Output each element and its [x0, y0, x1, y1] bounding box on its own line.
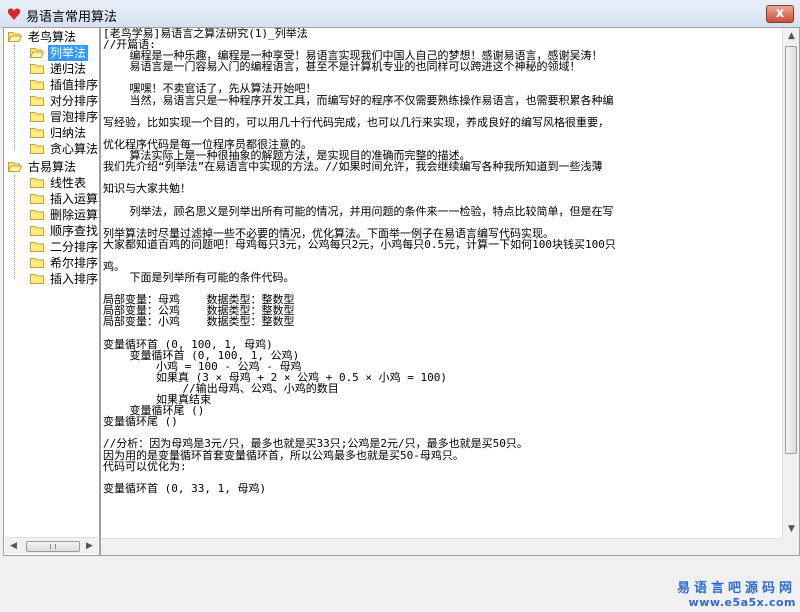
folder-icon [30, 194, 44, 204]
tree-connector-line [14, 45, 15, 149]
text-line: 变量循环尾 () [103, 404, 205, 418]
text-line: //分析：因为母鸡是3元/只，最多也就是买33只;公鸡是2元/只，最多也就是买5… [103, 437, 528, 451]
scrollbar-corner [782, 538, 799, 555]
tree-item-label: 递归法 [50, 62, 87, 76]
folder-icon [30, 274, 44, 284]
folder-open-icon [8, 32, 22, 42]
tree-connector-line [14, 175, 15, 279]
tree-item-label: 插值排序 [50, 78, 99, 92]
text-line: 知识与大家共勉！ [103, 182, 191, 196]
text-line: 我们先介绍“列举法”在易语言中实现的方法。//如果时间允许，我会继续编写各种我所… [103, 160, 603, 174]
tree-item-label: 插入运算 [50, 192, 99, 206]
text-line: 如果真结束 [103, 393, 211, 407]
scroll-left-icon[interactable]: ◀ [5, 538, 22, 555]
title-bar: 易语言常用算法 x [0, 0, 800, 28]
folder-icon [30, 178, 44, 188]
tree-item-label: 删除运算 [50, 208, 99, 222]
horizontal-scrollbar[interactable] [101, 538, 783, 555]
app-icon [7, 8, 21, 20]
folder-icon [30, 128, 44, 138]
tree-horizontal-scrollbar[interactable]: ◀ ▶ [5, 537, 98, 554]
close-button[interactable]: x [766, 5, 794, 23]
text-line: 列举法，顾名思义是列举出所有可能的情况，并用问题的条件来一一检验，特点比较简单，… [103, 204, 614, 218]
folder-icon [30, 210, 44, 220]
folder-icon [30, 242, 44, 252]
folder-icon [30, 96, 44, 106]
text-line: 变量循环首 (0, 33, 1, 母鸡) [103, 481, 267, 495]
text-line: 当然，易语言只是一种程序开发工具，而编写好的程序不仅需要熟练操作易语言，也需要积… [103, 93, 614, 107]
tree-group-label: 老鸟算法 [28, 30, 77, 44]
scroll-right-icon[interactable]: ▶ [81, 538, 98, 555]
scroll-thumb[interactable] [26, 541, 80, 552]
tree-item-label: 线性表 [50, 176, 87, 190]
folder-icon [30, 112, 44, 122]
tree-item-label: 列举法 [48, 45, 89, 61]
text-line: 变量循环尾 () [103, 415, 178, 429]
text-line: 写经验，比如实现一个目的，可以用几十行代码完成，也可以几行来实现，养成良好的编写… [103, 115, 609, 129]
tree-item-label: 插入排序 [50, 272, 99, 286]
text-line [103, 172, 781, 183]
folder-icon [30, 80, 44, 90]
folder-icon [30, 144, 44, 154]
watermark-site-name: 易语言吧源码网 [676, 581, 796, 596]
text-line: 因为用的是变量循环首套变量循环首，所以公鸡最多也就是买50-母鸡只。 [103, 448, 464, 462]
text-line: 易语言是一门容易入门的编程语言，甚至不是计算机专业的也同样可以跨进这个神秘的领域… [103, 60, 581, 74]
algorithm-tree[interactable]: 老鸟算法 列举法 递归法插值排序对分排序冒泡排序归纳法贪心算法古易算法线性表插入运算… [3, 27, 100, 556]
text-line: 代码可以优化为: [103, 459, 187, 473]
tree-item-label: 对分排序 [50, 94, 99, 108]
window-title: 易语言常用算法 [26, 10, 118, 25]
text-line: [老鸟学易]易语言之算法研究(1)_列举法 [103, 27, 308, 40]
tree-item-label: 希尔排序 [50, 256, 99, 270]
watermark-url: www.e5a5x.com [688, 596, 796, 609]
folder-icon [30, 64, 44, 74]
tree-item-label: 冒泡排序 [50, 110, 99, 124]
text-line [103, 328, 781, 339]
scroll-up-icon[interactable]: ▲ [783, 28, 799, 45]
vertical-scrollbar[interactable]: ▲ ▼ [782, 28, 799, 538]
text-line: 大家都知道百鸡的问题吧！母鸡每只3元，公鸡每只2元，小鸡每只0.5元，计算一下如… [103, 237, 616, 251]
tree-item-label: 顺序查找 [50, 224, 99, 238]
article-text: [老鸟学易]易语言之算法研究(1)_列举法//开篇语: 编程是一种乐趣，编程是一… [103, 28, 781, 494]
text-line [103, 194, 781, 205]
folder-open-icon [8, 162, 22, 172]
tree-item-label: 归纳法 [50, 126, 87, 140]
site-watermark: 易语言吧源码网 www.e5a5x.com [677, 577, 796, 609]
text-line: 局部变量：小鸡 数据类型：整数型 [103, 315, 295, 329]
tree-item-label: 贪心算法 [50, 142, 99, 156]
tree-group-label: 古易算法 [28, 160, 77, 174]
folder-icon [30, 258, 44, 268]
folder-icon [30, 226, 44, 236]
folder-icon [30, 48, 44, 58]
text-line: 嘿嘿！不卖官话了，先从算法开始吧！ [103, 82, 317, 96]
scroll-thumb[interactable] [785, 46, 797, 454]
tree-item-label: 二分排序 [50, 240, 99, 254]
text-line [103, 250, 781, 261]
scroll-down-icon[interactable]: ▼ [783, 521, 799, 538]
article-text-area[interactable]: [老鸟学易]易语言之算法研究(1)_列举法//开篇语: 编程是一种乐趣，编程是一… [100, 27, 800, 556]
text-line: 下面是列举所有可能的条件代码。 [103, 271, 295, 285]
